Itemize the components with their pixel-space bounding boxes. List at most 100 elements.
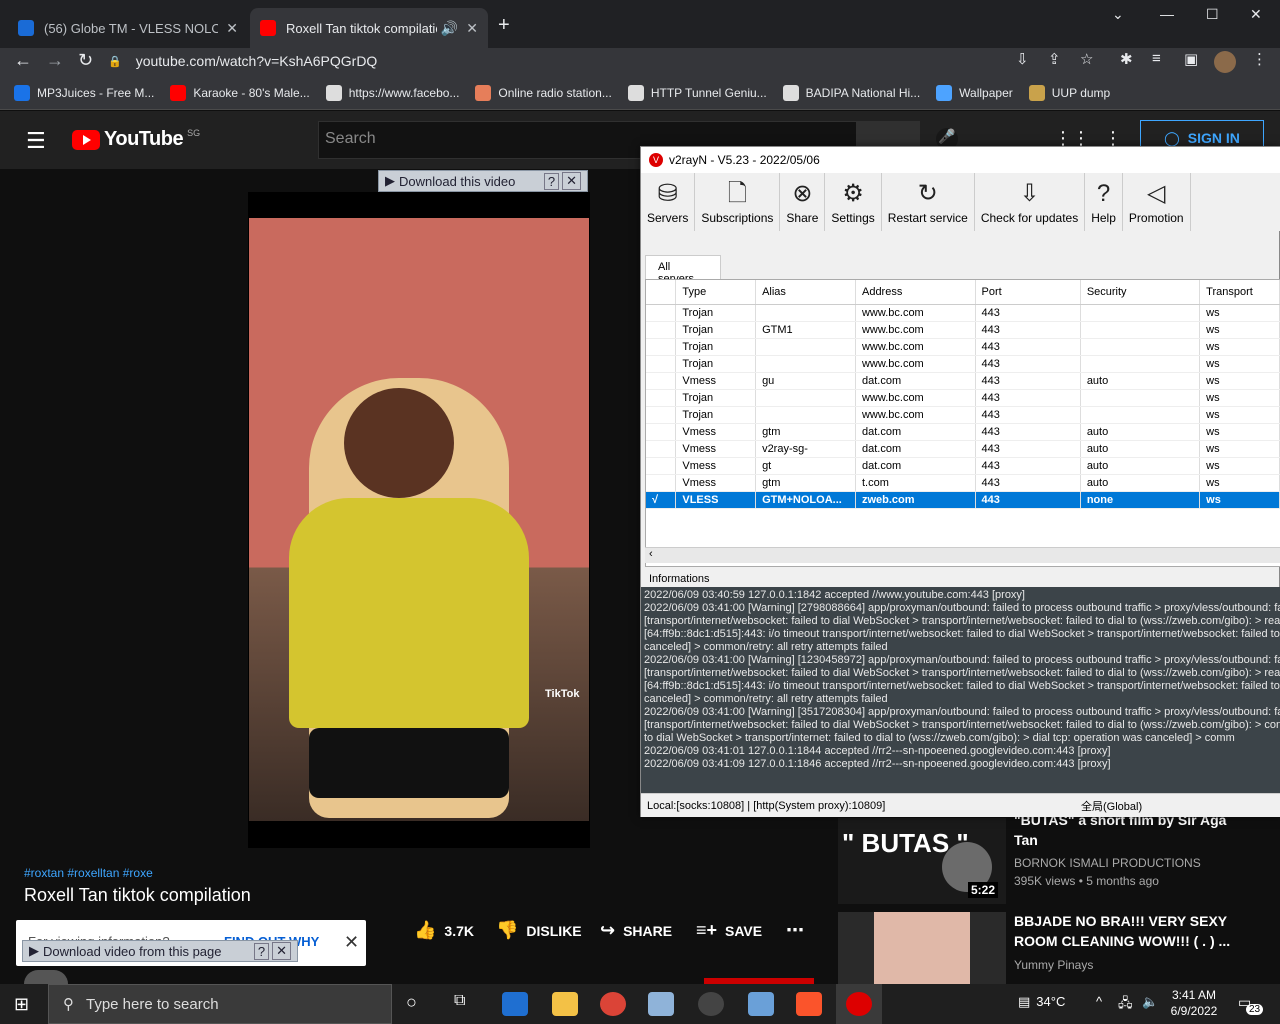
related-title[interactable]: BBJADE NO BRA!!! VERY SEXY ROOM CLEANING… [1014,911,1254,951]
edge-icon[interactable] [502,992,528,1016]
column-header[interactable]: Transport [1199,280,1280,305]
media-control-icon[interactable]: ≡ [1152,50,1161,67]
back-icon[interactable]: ← [14,50,32,71]
help-icon[interactable]: ? [543,172,560,190]
related-thumbnail[interactable] [838,912,1006,984]
server-row[interactable]: Vmess v2ray-sg-dat.com 443 auto ws [646,440,1280,458]
server-row[interactable]: Trojan www.bc.com 443 ws [646,406,1280,424]
bookmark-item[interactable]: Online radio station... [475,84,612,101]
close-icon[interactable]: ✕ [272,942,291,960]
weather-widget[interactable]: ▤ 34°C [1018,994,1065,1010]
bookmark-star-icon[interactable]: ☆ [1080,50,1093,68]
horizontal-scrollbar[interactable]: ‹ [645,547,1280,563]
v2rayn-taskbar-item[interactable] [836,984,882,1024]
tab-youtube-video[interactable]: Roxell Tan tiktok compilation 🔊 ✕ [250,8,488,48]
like-button[interactable]: 👍 3.7K [414,920,474,941]
file-explorer-icon[interactable] [552,992,578,1016]
column-header-select[interactable] [646,280,677,305]
volume-icon[interactable]: 🔈 [1142,994,1158,1010]
column-header[interactable]: Address [855,280,976,305]
close-icon[interactable]: ✕ [562,172,581,190]
log-panel[interactable]: 2022/06/09 03:40:59 127.0.0.1:1842 accep… [641,587,1280,793]
tool-subscriptions[interactable]: 🗋 Subscriptions [695,173,781,231]
more-actions-icon[interactable]: ⋯ [786,920,804,941]
side-panel-icon[interactable]: ▣ [1184,50,1198,68]
tab-globe-tm[interactable]: (56) Globe TM - VLESS NOLOAD ✕ [8,8,248,48]
scroll-left-icon[interactable]: ‹ [649,548,653,560]
server-row[interactable]: Trojan www.bc.com 443 ws [646,338,1280,356]
tray-chevron-icon[interactable]: ^ [1096,994,1102,1009]
bookmark-item[interactable]: BADIPA National Hi... [782,84,920,101]
column-header[interactable]: Security [1080,280,1201,305]
v2rayn-titlebar[interactable]: V v2rayN - V5.23 - 2022/05/06 [641,147,1280,173]
status-global[interactable]: 全局(Global) [1081,798,1142,814]
close-icon[interactable]: ✕ [1250,6,1262,23]
tool-help[interactable]: ? Help [1085,173,1123,231]
task-view-icon[interactable]: ⧉ [454,992,465,1010]
bookmark-item[interactable]: HTTP Tunnel Geniu... [627,84,767,101]
address-bar[interactable]: 🔒 youtube.com/watch?v=KshA6PQGrDQ [108,50,1008,72]
tab-search-icon[interactable]: ⌄ [1112,6,1124,23]
download-page-bar[interactable]: ▶ Download video from this page ? ✕ [22,940,298,962]
speaker-icon[interactable]: 🔊 [441,20,458,37]
brave-icon[interactable] [796,992,822,1016]
windows-start-icon[interactable]: ⊞ [14,994,29,1015]
related-channel[interactable]: Yummy Pinays [1014,958,1093,972]
network-icon[interactable]: 🖧 [1118,994,1133,1016]
chrome-icon[interactable] [600,992,626,1016]
app-u-icon[interactable] [698,992,724,1016]
save-button[interactable]: ≡+ SAVE [696,920,762,941]
column-header[interactable]: Alias [755,280,856,305]
tool-share[interactable]: ⊗ Share [780,173,826,231]
server-row[interactable]: Trojan GTM1 www.bc.com 443 ws [646,321,1280,339]
youtube-logo[interactable]: YouTube SG [72,128,200,151]
video-frame[interactable]: TikTok [249,218,589,821]
install-icon[interactable]: ⇩ [1016,50,1029,68]
channel-avatar[interactable] [24,970,68,984]
server-row[interactable]: Vmess gtm t.com 443 auto ws [646,474,1280,492]
server-list[interactable]: Type Alias Address Port Security Transport Tr… [645,279,1280,567]
extensions-icon[interactable]: ✱ [1120,50,1133,68]
help-icon[interactable]: ? [253,942,270,960]
bookmark-item[interactable]: Karaoke - 80's Male... [170,84,310,101]
tool-servers[interactable]: ⛁ Servers [641,173,696,231]
column-header[interactable]: Type [675,280,757,305]
cortana-icon[interactable]: ○ [406,992,417,1013]
menu-dots-icon[interactable]: ⋮ [1252,50,1267,68]
share-icon[interactable]: ⇪ [1048,50,1061,68]
app-bird-icon[interactable] [748,992,774,1016]
profile-avatar[interactable] [1214,51,1236,73]
tab-close-icon[interactable]: ✕ [226,20,238,37]
tool-promotion[interactable]: ◁ Promotion [1123,173,1191,231]
tab-all-servers[interactable]: All servers [645,255,721,285]
server-row[interactable]: Trojan www.bc.com 443 ws [646,389,1280,407]
server-row[interactable]: Vmess gt dat.com 443 auto ws [646,457,1280,475]
tool-check-for-updates[interactable]: ⇩ Check for updates [975,173,1086,231]
bookmark-item[interactable]: Wallpaper [936,84,1013,101]
related-channel[interactable]: BORNOK ISMALI PRODUCTIONS [1014,856,1201,870]
dislike-button[interactable]: 👎 DISLIKE [496,920,582,941]
bookmark-item[interactable]: UUP dump [1028,84,1110,101]
tool-settings[interactable]: ⚙ Settings [825,173,882,231]
column-header[interactable]: Port [975,280,1081,305]
server-row[interactable]: Trojan www.bc.com 443 ws [646,304,1280,322]
maximize-icon[interactable]: ☐ [1206,6,1219,23]
bookmark-item[interactable]: MP3Juices - Free M... [14,84,154,101]
video-hashtags[interactable]: #roxtan #roxelltan #roxe [24,866,153,880]
hamburger-menu-icon[interactable]: ☰ [26,128,46,154]
minimize-icon[interactable]: — [1160,6,1174,22]
server-row[interactable]: Vmess gu dat.com 443 auto ws [646,372,1280,390]
reload-icon[interactable]: ↻ [78,50,93,71]
related-thumbnail[interactable]: " BUTAS " 5:22 [838,818,1006,904]
download-video-bar[interactable]: ▶ Download this video ? ✕ [378,170,588,192]
server-row[interactable]: Vmess gtm dat.com 443 auto ws [646,423,1280,441]
server-row[interactable]: √ VLESS GTM+NOLOA... zweb.com 443 none ws [646,491,1280,509]
system-clock[interactable]: 3:41 AM 6/9/2022 [1164,987,1224,1019]
tab-close-icon[interactable]: ✕ [466,20,478,37]
new-tab-icon[interactable]: + [498,14,510,37]
forward-icon[interactable]: → [46,50,64,71]
tool-restart-service[interactable]: ↻ Restart service [882,173,975,231]
share-button[interactable]: ↪ SHARE [600,920,672,941]
bookmark-item[interactable]: https://www.facebo... [325,84,459,101]
server-row[interactable]: Trojan www.bc.com 443 ws [646,355,1280,373]
